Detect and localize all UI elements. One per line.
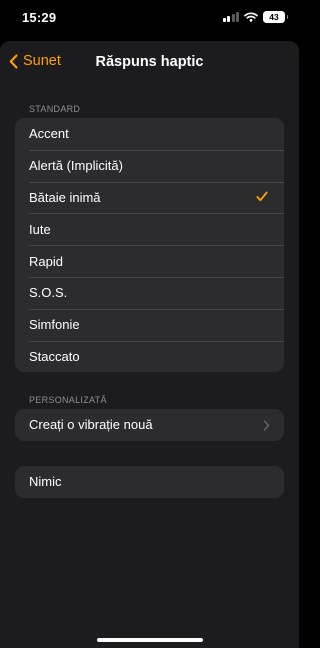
- pattern-row-sos[interactable]: S.O.S.: [15, 276, 284, 309]
- status-icons: 43: [222, 11, 288, 23]
- wifi-icon: [244, 12, 258, 22]
- custom-section-header: PERSONALIZATĂ: [29, 395, 107, 405]
- pattern-label: Iute: [29, 221, 51, 237]
- pattern-label: Bătaie inimă: [29, 189, 101, 205]
- none-row[interactable]: Nimic: [15, 466, 284, 498]
- page-title: Răspuns haptic: [95, 54, 204, 70]
- pattern-row-alerta[interactable]: Alertă (Implicită): [15, 149, 284, 182]
- battery-level: 43: [269, 12, 279, 22]
- haptics-sheet: Sunet Răspuns haptic STANDARD Accent Ale…: [0, 41, 299, 648]
- cellular-signal-icon: [222, 12, 239, 22]
- none-label: Nimic: [29, 474, 62, 490]
- pattern-row-accent[interactable]: Accent: [15, 118, 284, 150]
- pattern-label: Staccato: [29, 348, 80, 364]
- home-indicator[interactable]: [97, 638, 203, 642]
- pattern-row-staccato[interactable]: Staccato: [15, 340, 284, 373]
- navigation-bar: Sunet Răspuns haptic: [0, 41, 299, 85]
- pattern-label: Rapid: [29, 253, 63, 269]
- pattern-row-rapid[interactable]: Rapid: [15, 245, 284, 277]
- create-vibration-row[interactable]: Creați o vibrație nouă: [15, 409, 284, 441]
- pattern-label: Alertă (Implicită): [29, 158, 123, 174]
- pattern-row-simfonie[interactable]: Simfonie: [15, 308, 284, 341]
- pattern-label: S.O.S.: [29, 285, 68, 301]
- chevron-right-icon: [263, 420, 270, 431]
- pattern-row-iute[interactable]: Iute: [15, 213, 284, 245]
- none-list: Nimic: [15, 466, 284, 498]
- standard-patterns-list: Accent Alertă (Implicită) Bătaie inimă I…: [15, 118, 284, 373]
- create-vibration-label: Creați o vibrație nouă: [29, 417, 153, 433]
- pattern-label: Simfonie: [29, 317, 80, 333]
- standard-section-header: STANDARD: [29, 104, 81, 114]
- pattern-row-bataie-inima[interactable]: Bătaie inimă: [15, 181, 284, 214]
- pattern-label: Accent: [29, 126, 69, 142]
- screen: 15:29 43 Sunet Răspuns haptic STANDARD A…: [0, 0, 299, 648]
- status-bar: 15:29 43: [0, 0, 299, 40]
- battery-icon: 43: [263, 11, 288, 23]
- custom-patterns-list: Creați o vibrație nouă: [15, 409, 284, 441]
- status-time: 15:29: [22, 10, 57, 25]
- checkmark-icon: [256, 191, 268, 201]
